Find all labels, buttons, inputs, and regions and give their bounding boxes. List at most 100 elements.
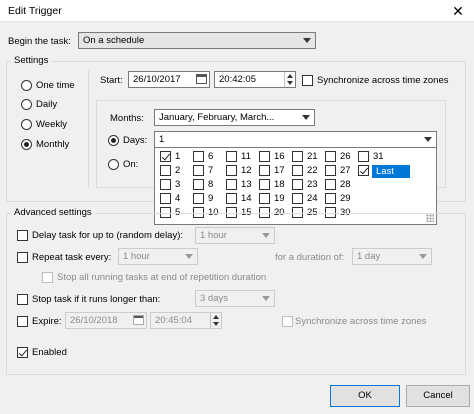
day-checkbox[interactable] [160, 179, 171, 190]
day-label: 24 [307, 193, 318, 204]
title-bar: Edit Trigger ✕ [0, 0, 474, 22]
day-checkbox[interactable] [325, 151, 336, 162]
repeat-checkbox[interactable] [17, 252, 28, 263]
duration-select[interactable]: 1 day [352, 248, 432, 265]
day-checkbox[interactable] [226, 165, 237, 176]
day-label: 19 [274, 193, 285, 204]
stop-running-label: Stop all running tasks at end of repetit… [57, 272, 267, 283]
day-label: 9 [208, 193, 214, 204]
enabled-checkbox[interactable] [17, 347, 28, 358]
day-checkbox[interactable] [325, 165, 336, 176]
day-label: 4 [175, 193, 181, 204]
radio-on[interactable] [108, 159, 119, 170]
day-checkbox[interactable] [226, 151, 237, 162]
days-value: 1 [159, 134, 165, 145]
start-date-picker[interactable]: 26/10/2017 [128, 71, 210, 88]
radio-days[interactable] [108, 135, 119, 146]
day-checkbox[interactable] [292, 151, 303, 162]
day-checkbox[interactable] [193, 151, 204, 162]
day-label: 7 [208, 165, 214, 176]
day-checkbox[interactable] [226, 193, 237, 204]
day-label: 13 [241, 179, 252, 190]
day-label: 3 [175, 179, 181, 190]
day-label: 1 [175, 151, 181, 162]
begin-task-value: On a schedule [83, 35, 145, 46]
on-label: On: [123, 159, 139, 170]
day-checkbox[interactable] [193, 179, 204, 190]
day-checkbox[interactable] [292, 193, 303, 204]
days-grid: 1 2 3 4 5 6 7 8 9 10 11 12 13 14 15 16 17 18 19 20 21 22 23 24 2… [160, 151, 432, 221]
day-label: 8 [208, 179, 214, 190]
day-checkbox[interactable] [292, 179, 303, 190]
spinner-icon[interactable] [210, 313, 221, 328]
day-label: 23 [307, 179, 318, 190]
chevron-down-icon [181, 249, 197, 264]
radio-one-time-label: One time [36, 80, 75, 91]
day-checkbox[interactable] [259, 179, 270, 190]
day-label: 29 [340, 193, 351, 204]
chevron-down-icon [298, 110, 314, 125]
day-label: 16 [274, 151, 285, 162]
months-value: January, February, March... [159, 112, 275, 123]
duration-value: 1 day [357, 251, 381, 262]
stop-longer-checkbox[interactable] [17, 294, 28, 305]
day-checkbox[interactable] [160, 165, 171, 176]
day-checkbox[interactable] [160, 193, 171, 204]
radio-daily[interactable] [21, 99, 32, 110]
day-label: 31 [373, 151, 384, 162]
stop-running-checkbox[interactable] [42, 272, 53, 283]
day-checkbox[interactable] [160, 151, 171, 162]
expire-date-value: 26/10/2018 [70, 315, 118, 326]
stop-longer-value: 3 days [200, 293, 228, 304]
expire-checkbox[interactable] [17, 316, 28, 327]
delay-checkbox[interactable] [17, 230, 28, 241]
radio-monthly-label: Monthly [36, 139, 70, 150]
day-label: 22 [307, 165, 318, 176]
repeat-select[interactable]: 1 hour [118, 248, 198, 265]
delay-select[interactable]: 1 hour [195, 227, 275, 244]
start-date-value: 26/10/2017 [133, 74, 181, 85]
stop-longer-label: Stop task if it runs longer than: [32, 294, 161, 305]
day-checkbox[interactable] [292, 165, 303, 176]
sync-timezones-checkbox[interactable] [302, 75, 313, 86]
days-select[interactable]: 1 [154, 131, 437, 148]
radio-daily-label: Daily [36, 99, 58, 110]
close-icon[interactable]: ✕ [446, 2, 470, 20]
expire-time-value: 20:45:04 [155, 315, 192, 326]
chevron-down-icon [415, 249, 431, 264]
expire-sync-checkbox[interactable] [282, 316, 293, 327]
day-checkbox[interactable] [259, 151, 270, 162]
stop-longer-select[interactable]: 3 days [195, 290, 275, 307]
expire-time-input[interactable]: 20:45:04 [150, 312, 222, 329]
day-checkbox[interactable] [358, 151, 369, 162]
day-label: 18 [274, 179, 285, 190]
day-checkbox[interactable] [226, 179, 237, 190]
start-time-input[interactable]: 20:42:05 [214, 71, 296, 88]
day-label: 17 [274, 165, 285, 176]
duration-label: for a duration of: [275, 252, 345, 263]
expire-sync-label: Synchronize across time zones [295, 316, 427, 327]
day-checkbox[interactable] [193, 165, 204, 176]
day-checkbox[interactable] [325, 179, 336, 190]
day-checkbox[interactable] [358, 165, 369, 176]
radio-weekly[interactable] [21, 119, 32, 130]
spinner-icon[interactable] [284, 72, 295, 87]
repeat-label: Repeat task every: [32, 252, 112, 263]
day-checkbox[interactable] [193, 193, 204, 204]
cancel-button[interactable]: Cancel [406, 385, 470, 407]
sync-timezones-label: Synchronize across time zones [317, 75, 449, 86]
months-select[interactable]: January, February, March... [154, 109, 315, 126]
ok-button[interactable]: OK [330, 385, 400, 407]
radio-monthly[interactable] [21, 139, 32, 150]
advanced-group-label: Advanced settings [11, 207, 95, 218]
expire-date-picker[interactable]: 26/10/2018 [65, 312, 147, 329]
day-label: 14 [241, 193, 252, 204]
day-checkbox[interactable] [259, 193, 270, 204]
day-checkbox[interactable] [325, 193, 336, 204]
radio-weekly-label: Weekly [36, 119, 67, 130]
day-label: 28 [340, 179, 351, 190]
begin-task-select[interactable]: On a schedule [78, 32, 316, 49]
day-label: 12 [241, 165, 252, 176]
radio-one-time[interactable] [21, 80, 32, 91]
day-checkbox[interactable] [259, 165, 270, 176]
